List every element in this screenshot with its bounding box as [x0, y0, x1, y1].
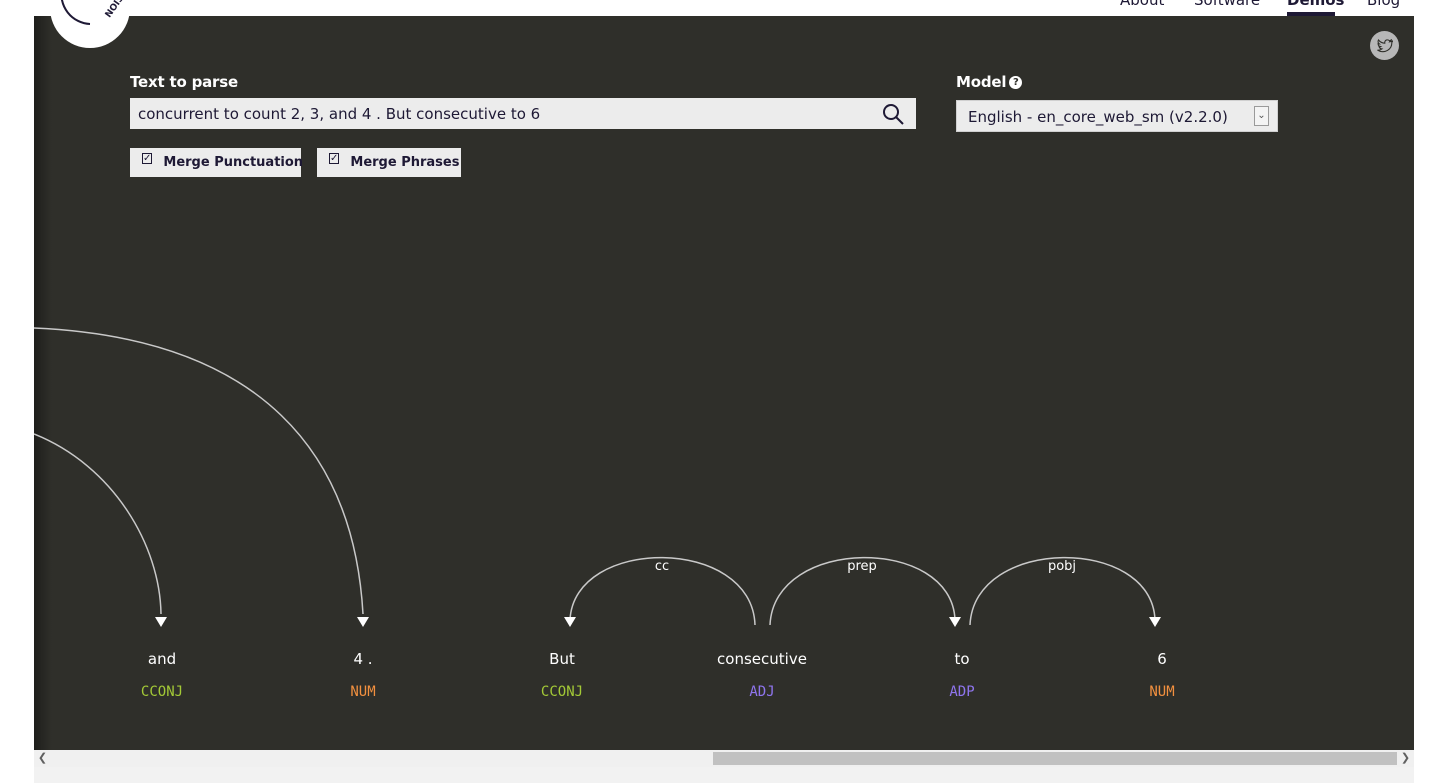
model-label: Model	[956, 73, 1007, 91]
nav-link-about[interactable]: About	[1120, 0, 1164, 9]
model-label-wrap: Model?	[956, 73, 1023, 91]
help-icon[interactable]: ?	[1009, 76, 1023, 89]
token-tag: CCONJ	[141, 684, 183, 700]
twitter-share-button[interactable]	[1370, 31, 1399, 60]
merge-phrases-label: Merge Phrases	[350, 155, 460, 170]
token-word: But	[549, 650, 575, 668]
token-tag: NUM	[350, 684, 375, 700]
arc-long-2	[34, 433, 162, 615]
token-word: and	[148, 650, 176, 668]
arc-long-1	[34, 327, 364, 615]
merge-phrases-checkbox[interactable]: ✓ Merge Phrases	[317, 148, 461, 177]
logo-text: NOIS	[104, 0, 127, 20]
arrowhead-and	[155, 617, 167, 627]
token-tag: ADP	[949, 684, 974, 700]
arrowhead-4	[357, 617, 369, 627]
chevron-down-icon[interactable]: ⌄	[1254, 106, 1269, 126]
arrowhead-but	[564, 617, 576, 627]
nav-link-software[interactable]: Software	[1194, 0, 1260, 9]
horizontal-scrollbar[interactable]: ❮ ❯	[34, 750, 1414, 767]
token-tag: CCONJ	[541, 684, 583, 700]
merge-punctuation-label: Merge Punctuation	[163, 155, 304, 170]
text-to-parse-input[interactable]	[130, 98, 916, 129]
arrowhead-6	[1149, 617, 1161, 627]
logo-mark-icon: NOIS	[61, 0, 127, 25]
token-word: to	[954, 650, 969, 668]
scroll-right-arrow-icon[interactable]: ❯	[1397, 750, 1414, 767]
nav-link-demos[interactable]: Demos	[1287, 0, 1345, 9]
scroll-left-arrow-icon[interactable]: ❮	[34, 750, 51, 767]
scrollbar-thumb[interactable]	[713, 752, 1397, 765]
top-navigation: About Software Demos Blog	[0, 0, 1435, 16]
arc-label-pobj: pobj	[1048, 559, 1076, 574]
token-word: consecutive	[717, 650, 807, 668]
nav-link-blog[interactable]: Blog	[1367, 0, 1400, 9]
merge-punctuation-checkbox[interactable]: ✓ Merge Punctuation	[130, 148, 304, 177]
model-select[interactable]: English - en_core_web_sm (v2.2.0) ⌄	[956, 100, 1278, 132]
token-word: 4 .	[353, 650, 372, 668]
text-to-parse-label: Text to parse	[130, 73, 238, 91]
arrowhead-to	[949, 617, 961, 627]
twitter-icon	[1376, 38, 1393, 52]
model-select-value: English - en_core_web_sm (v2.2.0)	[968, 108, 1228, 126]
logo[interactable]: NOIS	[50, 0, 130, 48]
token-tag: ADJ	[749, 684, 774, 700]
checkmark-icon: ✓	[329, 153, 340, 164]
search-icon[interactable]	[881, 102, 905, 126]
token-word: 6	[1157, 650, 1167, 668]
checkmark-icon: ✓	[142, 153, 153, 164]
arc-label-cc: cc	[655, 559, 669, 574]
token-tag: NUM	[1149, 684, 1174, 700]
bottom-strip	[34, 767, 1414, 783]
arc-label-prep: prep	[847, 559, 877, 574]
